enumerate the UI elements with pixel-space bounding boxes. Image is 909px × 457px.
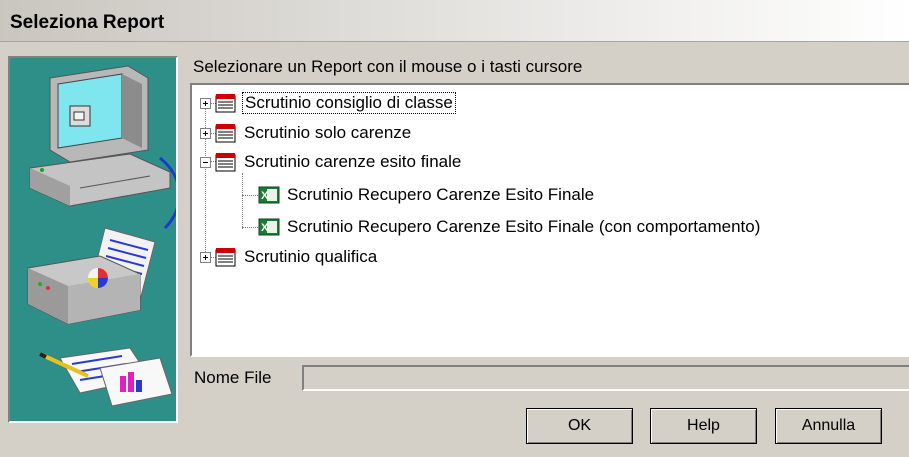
- report-icon: [215, 248, 236, 267]
- tree-item-scrutinio-carenze-esito-finale[interactable]: Scrutinio carenze esito finale: [200, 150, 463, 174]
- help-button-label: Help: [687, 417, 720, 434]
- tree-item-label: Scrutinio qualifica: [244, 247, 378, 266]
- tree-item-label: Scrutinio solo carenze: [244, 123, 412, 142]
- instruction-text: Selezionare un Report con il mouse o i t…: [193, 57, 583, 76]
- ok-button[interactable]: OK: [526, 408, 633, 444]
- help-button[interactable]: Help: [650, 408, 757, 444]
- title-bar[interactable]: Seleziona Report: [0, 0, 909, 42]
- tree-item-recupero-carenze-esito-finale[interactable]: X Scrutinio Recupero Carenze Esito Final…: [258, 183, 596, 207]
- tree-item-label: Scrutinio consiglio di classe: [242, 92, 456, 114]
- expand-icon[interactable]: [200, 127, 211, 139]
- file-name-input[interactable]: [302, 365, 909, 391]
- tree-item-scrutinio-consiglio-di-classe[interactable]: Scrutinio consiglio di classe: [200, 91, 456, 115]
- collapse-icon[interactable]: [200, 156, 211, 168]
- tree-item-recupero-carenze-esito-finale-comportamento[interactable]: X Scrutinio Recupero Carenze Esito Final…: [258, 215, 762, 239]
- computer-printer-illustration: [27, 65, 176, 407]
- cancel-button-label: Annulla: [801, 417, 856, 434]
- tree-item-label: Scrutinio Recupero Carenze Esito Finale …: [287, 217, 761, 236]
- excel-icon: X: [258, 186, 280, 204]
- report-icon: [215, 153, 236, 172]
- tree-item-scrutinio-qualifica[interactable]: Scrutinio qualifica: [200, 245, 379, 269]
- report-icon: [215, 94, 236, 113]
- report-icon: [215, 124, 236, 143]
- cancel-button[interactable]: Annulla: [775, 408, 882, 444]
- expand-icon[interactable]: [200, 251, 211, 263]
- tree-item-scrutinio-solo-carenze[interactable]: Scrutinio solo carenze: [200, 121, 413, 145]
- tree-item-label: Scrutinio Recupero Carenze Esito Finale: [287, 185, 595, 204]
- excel-icon: X: [258, 218, 280, 236]
- report-illustration: [8, 56, 178, 423]
- ok-button-label: OK: [567, 417, 592, 434]
- window-title: Seleziona Report: [10, 12, 165, 33]
- report-tree[interactable]: Scrutinio consiglio di classe Scrutinio …: [190, 83, 909, 357]
- file-name-label: Nome File: [194, 368, 272, 387]
- tree-item-label: Scrutinio carenze esito finale: [244, 152, 462, 171]
- svg-text:X: X: [261, 190, 269, 202]
- expand-icon[interactable]: [200, 97, 211, 109]
- svg-text:X: X: [261, 222, 269, 234]
